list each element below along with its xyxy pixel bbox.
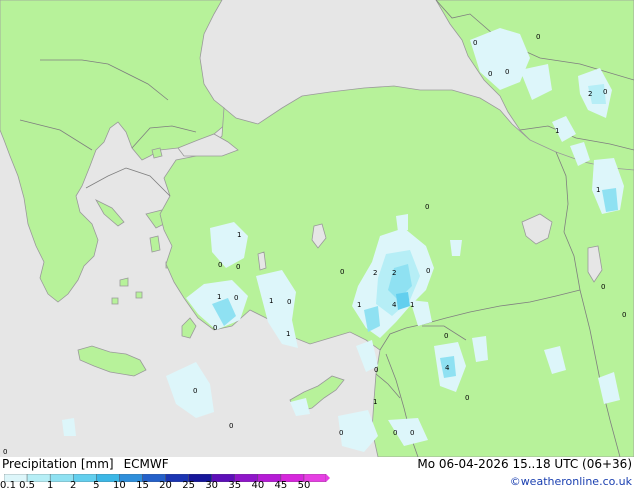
precip-value: 1	[237, 231, 241, 239]
precip-value: 0	[3, 448, 7, 456]
precip-value: 1	[410, 301, 414, 309]
parameter-title: Precipitation [mm]	[2, 457, 114, 471]
weather-map-view: 0 0 0 0 2 0 1 1 0 1 0 0 1 0 1 0 0 2 2 0 …	[0, 0, 634, 490]
legend-tick-label: 2	[70, 480, 77, 490]
precip-value: 0	[444, 332, 448, 340]
precip-value: 0	[536, 33, 540, 41]
precip-value: 4	[445, 364, 450, 372]
precip-value: 0	[218, 261, 222, 269]
precip-value: 0	[236, 263, 240, 271]
precip-value: 0	[465, 394, 469, 402]
precip-value: 2	[588, 90, 592, 98]
precip-value: 0	[426, 267, 430, 275]
legend-tick-label: 0.5	[19, 480, 36, 490]
precip-value: 1	[286, 330, 290, 338]
precip-value: 1	[217, 293, 221, 301]
legend-tick-label: 15	[136, 480, 149, 490]
precip-value: 1	[596, 186, 600, 194]
precip-value: 0	[374, 366, 378, 374]
precip-value: 1	[269, 297, 273, 305]
precip-cell	[450, 240, 462, 256]
precip-value: 0	[473, 39, 477, 47]
precip-value: 0	[410, 429, 414, 437]
precip-value: 4	[392, 301, 397, 309]
precip-value: 2	[392, 269, 396, 277]
model-name: ECMWF	[123, 457, 169, 471]
legend-tick-label: 30	[205, 480, 219, 490]
land-chios	[149, 235, 161, 253]
legend-tick-label: 50	[297, 480, 311, 490]
precip-value: 0	[603, 88, 607, 96]
precip-value: 0	[601, 283, 605, 291]
precip-cell	[396, 214, 408, 232]
precip-value: 0	[622, 311, 626, 319]
precip-value: 0	[339, 429, 343, 437]
precip-cell	[62, 418, 76, 436]
precip-value: 1	[373, 398, 377, 406]
legend-tick-label: 45	[274, 480, 288, 490]
legend-tick-label: 0.1	[0, 480, 16, 490]
credit-link[interactable]: ©weatheronline.co.uk	[510, 475, 632, 488]
precip-value: 1	[357, 301, 361, 309]
valid-time: Mo 06-04-2026 15..18 UTC (06+36)	[417, 457, 632, 471]
precip-value: 0	[505, 68, 509, 76]
precip-value: 0	[229, 422, 233, 430]
precip-value: 0	[488, 70, 492, 78]
legend-tick-label: 5	[93, 480, 100, 490]
precipitation-map: 0 0 0 0 2 0 1 1 0 1 0 0 1 0 1 0 0 2 2 0 …	[0, 0, 634, 457]
precip-value: 1	[555, 127, 559, 135]
precip-value: 0	[193, 387, 197, 395]
precip-value: 2	[373, 269, 377, 277]
legend-tick-label: 20	[159, 480, 172, 490]
precip-value: 0	[287, 298, 291, 306]
legend-tick-label: 35	[228, 480, 242, 490]
precip-value: 0	[340, 268, 344, 276]
legend-tick-label: 1	[46, 480, 54, 490]
precip-value: 0	[213, 324, 217, 332]
legend-tick-label: 40	[251, 480, 265, 490]
precip-value: 0	[425, 203, 429, 211]
legend-tick-label: 25	[182, 480, 195, 490]
map-title: Precipitation [mm] ECMWF	[2, 457, 169, 471]
legend-tick-label: 10	[113, 480, 126, 490]
legend-overflow-arrow	[326, 474, 330, 482]
precip-value: 0	[393, 429, 397, 437]
land-thasos	[151, 147, 163, 159]
precip-value: 0	[234, 294, 238, 302]
